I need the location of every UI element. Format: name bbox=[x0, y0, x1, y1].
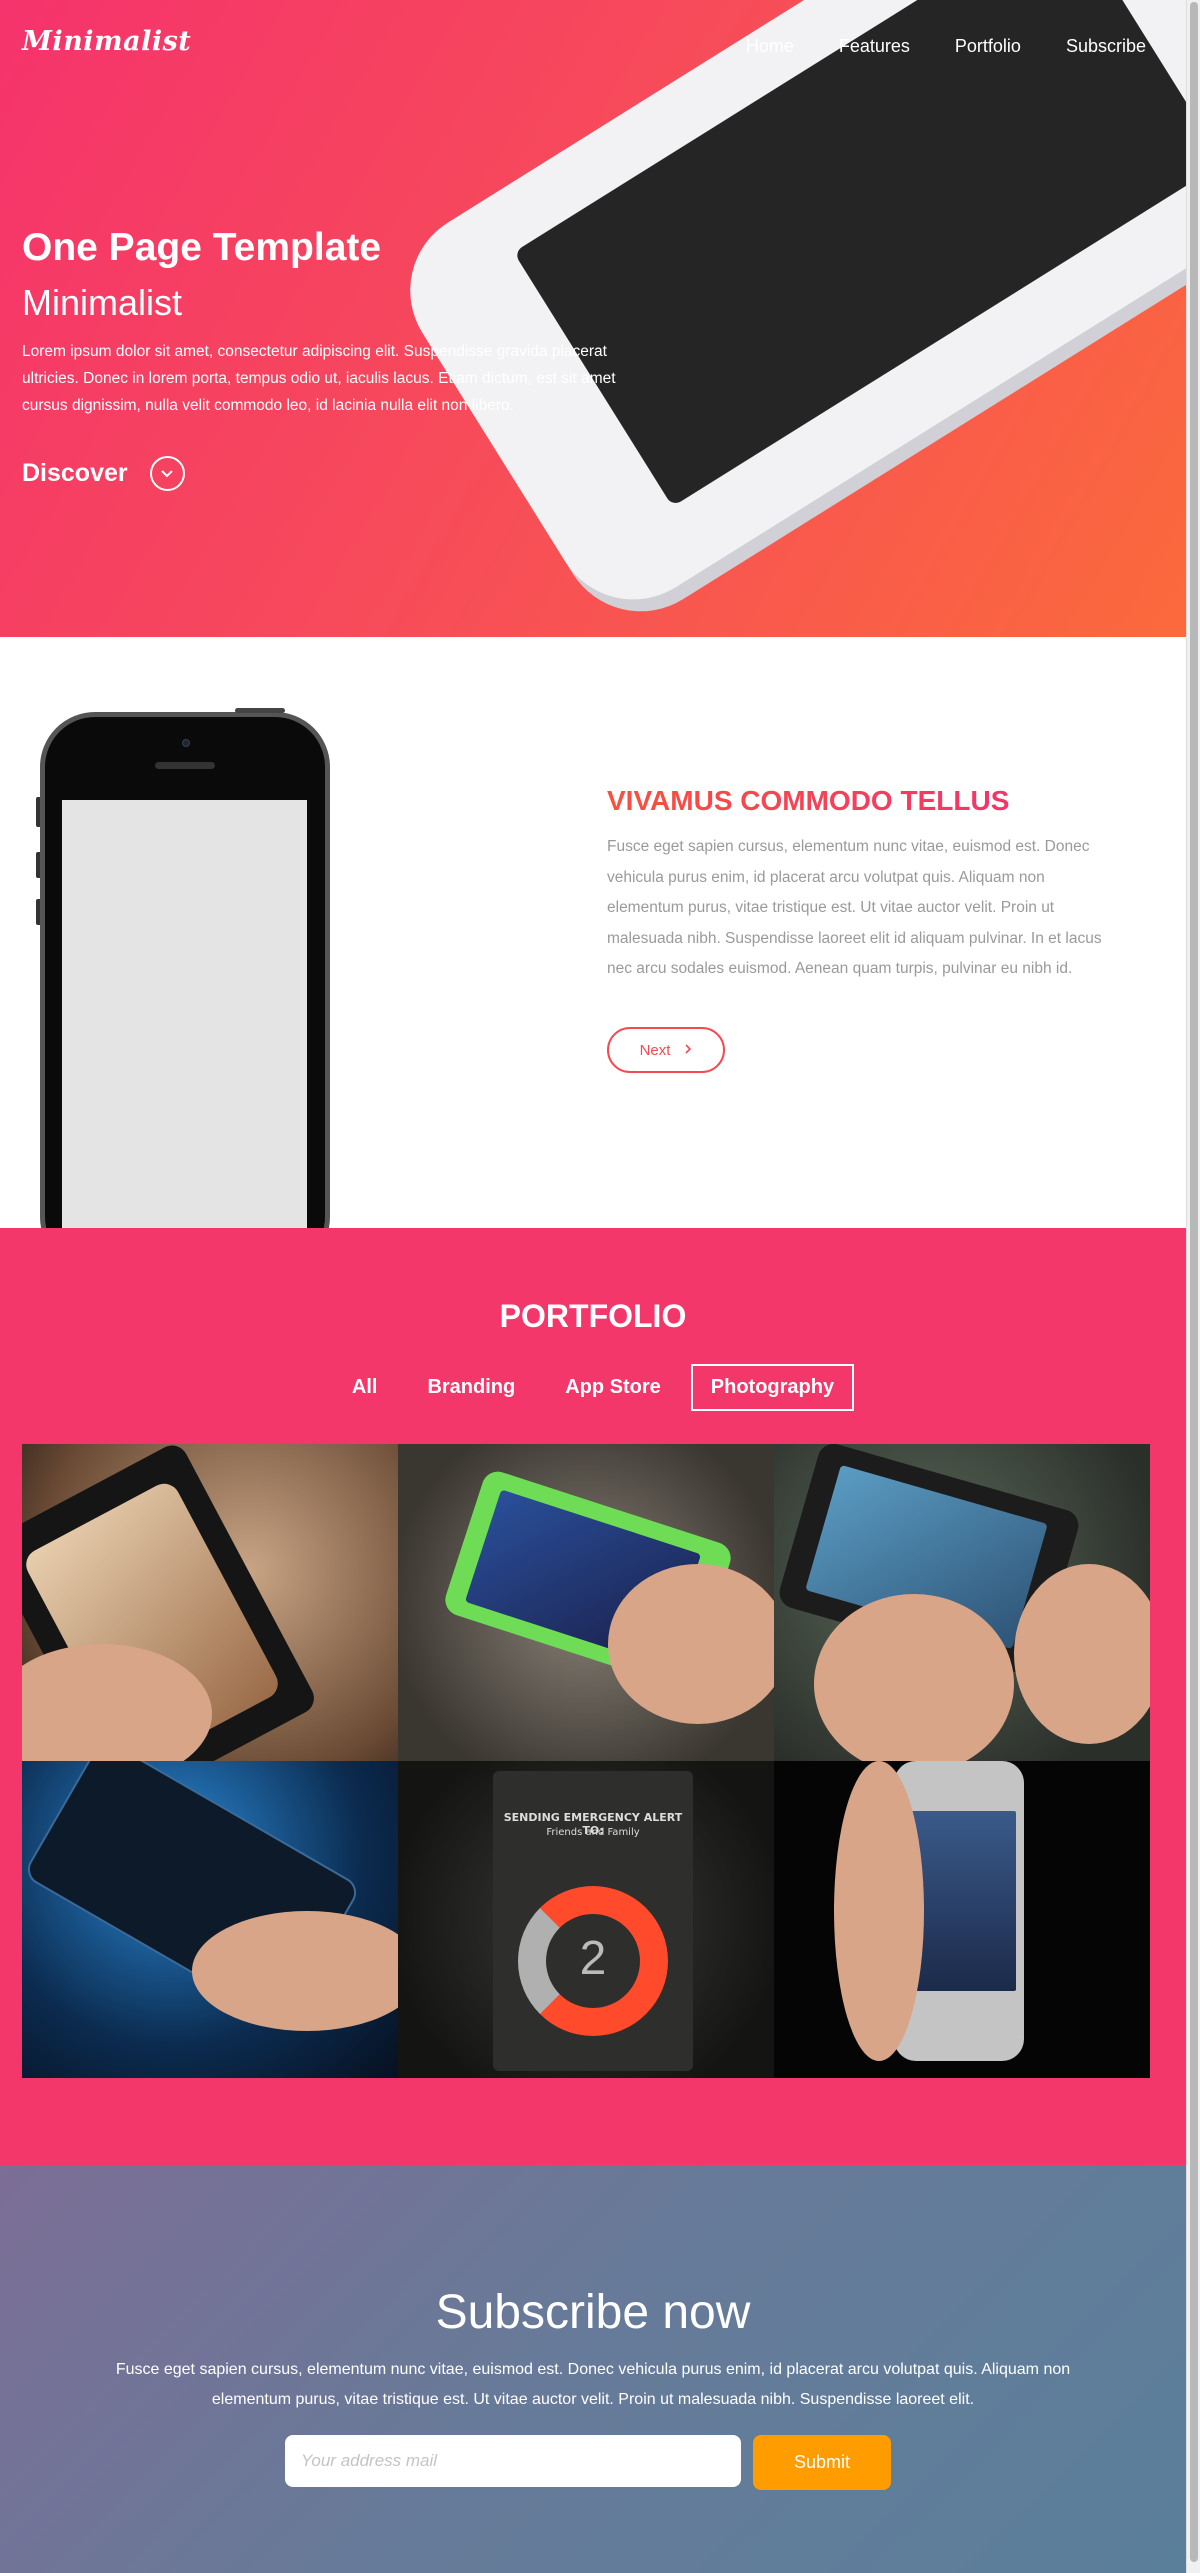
hero-text: Lorem ipsum dolor sit amet, consectetur … bbox=[22, 343, 616, 414]
feature-section: VIVAMUS COMMODO TELLUS Fusce eget sapien… bbox=[0, 637, 1186, 1228]
next-button[interactable]: Next bbox=[607, 1027, 725, 1073]
portfolio-filters: All Branding App Store Photography bbox=[0, 1364, 1186, 1411]
portfolio-title: PORTFOLIO bbox=[499, 1298, 687, 1334]
portfolio-item-photo-2[interactable] bbox=[398, 1444, 774, 1761]
email-field[interactable] bbox=[285, 2435, 741, 2487]
scrollbar-thumb[interactable] bbox=[1190, 2, 1198, 2562]
discover-label: Discover bbox=[22, 459, 128, 487]
page-scrollbar[interactable] bbox=[1186, 0, 1200, 2573]
filter-branding[interactable]: Branding bbox=[407, 1364, 535, 1411]
portfolio-item-photo-1[interactable] bbox=[22, 1444, 398, 1761]
submit-button[interactable]: Submit bbox=[753, 2435, 891, 2490]
emergency-alert-count: 2 bbox=[579, 1932, 607, 1985]
portfolio-item-photo-4[interactable] bbox=[22, 1761, 398, 2078]
chevron-down-icon[interactable] bbox=[149, 456, 185, 491]
feature-phone-image bbox=[40, 708, 330, 1228]
discover-button[interactable]: Discover bbox=[22, 456, 185, 491]
emergency-alert-sub: Friends and Family bbox=[546, 1827, 640, 1838]
chevron-right-icon bbox=[684, 1042, 692, 1059]
nav-item-subscribe[interactable]: Subscribe bbox=[1066, 36, 1146, 57]
phone-screen bbox=[62, 800, 307, 1228]
subscribe-section: Subscribe now Fusce eget sapien cursus, … bbox=[0, 2165, 1186, 2573]
main-nav: Home Features Portfolio Subscribe bbox=[746, 36, 1146, 57]
site-logo[interactable]: Minimalist bbox=[22, 26, 191, 57]
phone-earpiece bbox=[155, 762, 215, 769]
portfolio-item-photo-3[interactable] bbox=[774, 1444, 1150, 1761]
subscribe-text: Fusce eget sapien cursus, elementum nunc… bbox=[115, 2361, 1071, 2408]
portfolio-section: PORTFOLIO All Branding App Store Photogr… bbox=[0, 1228, 1186, 2165]
filter-all[interactable]: All bbox=[332, 1364, 398, 1411]
portfolio-item-photo-6[interactable] bbox=[774, 1761, 1150, 2078]
hero-phone-image bbox=[380, 0, 1186, 630]
next-label: Next bbox=[639, 1041, 671, 1059]
nav-item-portfolio[interactable]: Portfolio bbox=[955, 36, 1021, 57]
page: Minimalist Home Features Portfolio Subsc… bbox=[0, 0, 1186, 2573]
feature-text: Fusce eget sapien cursus, elementum nunc… bbox=[607, 838, 1102, 977]
subscribe-title: Subscribe now bbox=[435, 2286, 751, 2339]
portfolio-item-photo-5[interactable]: SENDING EMERGENCY ALERT TO: Friends and … bbox=[398, 1761, 774, 2078]
filter-photography[interactable]: Photography bbox=[690, 1364, 855, 1411]
nav-item-features[interactable]: Features bbox=[839, 36, 910, 57]
nav-item-home[interactable]: Home bbox=[746, 36, 794, 57]
hero-subtitle: Minimalist bbox=[22, 282, 183, 323]
filter-app-store[interactable]: App Store bbox=[545, 1364, 681, 1411]
hero-title: One Page Template bbox=[22, 226, 382, 269]
hero-section: Minimalist Home Features Portfolio Subsc… bbox=[0, 0, 1186, 637]
feature-title: VIVAMUS COMMODO TELLUS bbox=[607, 785, 1010, 816]
portfolio-grid: SENDING EMERGENCY ALERT TO: Friends and … bbox=[22, 1444, 1150, 2078]
phone-camera bbox=[182, 739, 190, 747]
